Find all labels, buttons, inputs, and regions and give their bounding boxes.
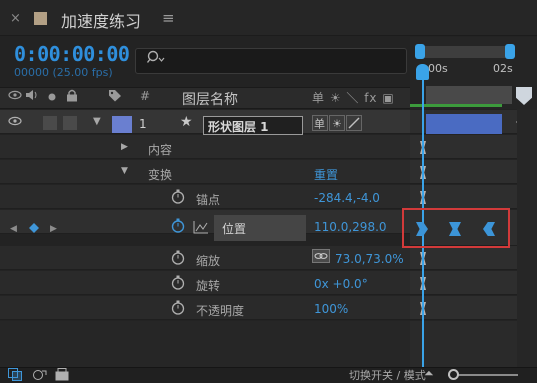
scale-label: 缩放 — [196, 254, 221, 268]
empty-track-area[interactable] — [410, 321, 517, 367]
layer-label-color[interactable] — [112, 116, 132, 133]
anchor-point-label: 锚点 — [196, 193, 221, 207]
opacity-track — [410, 296, 517, 320]
transform-row[interactable] — [0, 160, 410, 184]
keyframe-highlight-box — [402, 208, 510, 248]
motion-blur-icon[interactable] — [33, 368, 47, 381]
toggle-switches-modes-button[interactable]: 切换开关 / 模式 — [349, 367, 426, 383]
anchor-track — [410, 185, 517, 209]
search-icon — [147, 50, 165, 66]
contents-row[interactable] — [0, 135, 410, 159]
stopwatch-icon[interactable] — [171, 189, 185, 204]
stopwatch-icon[interactable] — [171, 275, 185, 290]
panel-menu-icon[interactable]: ≡ — [162, 9, 175, 27]
rotation-track — [410, 271, 517, 295]
next-keyframe-icon[interactable]: ▶ — [50, 224, 57, 234]
collapse-arrow-icon[interactable]: ▼ — [121, 166, 128, 176]
visibility-eye-icon[interactable] — [8, 115, 22, 127]
graph-icon[interactable] — [193, 220, 209, 234]
work-area-start-handle[interactable] — [415, 44, 425, 59]
label-icon[interactable] — [108, 89, 122, 102]
opacity-value[interactable]: 100% — [314, 302, 348, 316]
layer-search-input[interactable] — [135, 48, 407, 74]
time-navigator[interactable] — [426, 86, 512, 104]
scale-value[interactable]: 73.0,73.0% — [335, 252, 404, 266]
audio-icon[interactable] — [25, 89, 39, 101]
reset-link[interactable]: 重置 — [314, 166, 338, 183]
position-label: 位置 — [222, 222, 247, 236]
layer-number: 1 — [139, 117, 147, 131]
work-area-bar[interactable] — [417, 46, 513, 58]
solo-icon[interactable] — [48, 93, 56, 101]
rotation-label: 旋转 — [196, 279, 221, 293]
comp-color-swatch — [34, 12, 47, 25]
lock-icon[interactable] — [66, 89, 78, 102]
contents-label: 内容 — [148, 143, 173, 157]
rotation-value[interactable]: 0x +0.0° — [314, 277, 368, 291]
playhead-handle[interactable] — [416, 64, 429, 80]
zoom-slider-knob[interactable] — [448, 369, 459, 380]
contents-track — [410, 135, 517, 159]
constrain-proportions-icon[interactable] — [312, 249, 330, 263]
solo-toggle[interactable] — [43, 116, 57, 130]
layer-name-header[interactable]: 图层名称 — [182, 89, 238, 109]
frame-rate-readout: 00000 (25.00 fps) — [14, 66, 113, 79]
timeline-scroll-gutter[interactable] — [517, 109, 537, 367]
lock-toggle[interactable] — [63, 116, 77, 130]
empty-layer-area[interactable] — [0, 321, 410, 367]
close-icon[interactable]: × — [10, 11, 21, 26]
eye-icon[interactable] — [8, 89, 22, 101]
current-time-display[interactable]: 0:00:00:00 — [14, 42, 130, 66]
transform-track — [410, 160, 517, 184]
stopwatch-active-icon[interactable] — [171, 218, 185, 233]
opacity-label: 不透明度 — [196, 304, 245, 318]
work-area-end-handle[interactable] — [505, 44, 515, 59]
svg-text:单: 单 — [314, 118, 325, 131]
composition-flowchart-icon[interactable] — [8, 368, 22, 381]
expand-arrow-icon[interactable]: ▶ — [121, 142, 128, 152]
transform-label: 变换 — [148, 168, 173, 182]
position-value[interactable]: 110.0,298.0 — [314, 220, 387, 234]
layer-duration-bar[interactable] — [426, 114, 502, 134]
scale-track — [410, 246, 517, 270]
prev-keyframe-icon[interactable]: ◀ — [10, 224, 17, 234]
add-keyframe-icon[interactable] — [29, 223, 39, 233]
ruler-tick-end: 02s — [493, 62, 513, 75]
layer-name-field[interactable]: 形状图层 1 — [203, 116, 303, 135]
shape-layer-star-icon: ★ — [180, 114, 193, 130]
frame-blending-icon[interactable] — [55, 368, 69, 381]
zoom-out-icon[interactable]: ⏶ — [424, 366, 434, 381]
expand-chevron-icon[interactable]: ▼ — [93, 116, 101, 127]
stopwatch-icon[interactable] — [171, 300, 185, 315]
layer-number-header: # — [140, 89, 151, 103]
svg-text:☀: ☀ — [332, 118, 342, 131]
ruler-tick-start: 00s — [428, 62, 448, 75]
anchor-point-value[interactable]: -284.4,-4.0 — [314, 191, 380, 205]
composition-tab-title[interactable]: 加速度练习 — [61, 8, 141, 32]
stopwatch-icon[interactable] — [171, 250, 185, 265]
switches-header: 单 ☀ ＼ fx ▣ — [312, 91, 395, 105]
layer-switch-icons[interactable]: 单 ☀ — [312, 115, 368, 131]
